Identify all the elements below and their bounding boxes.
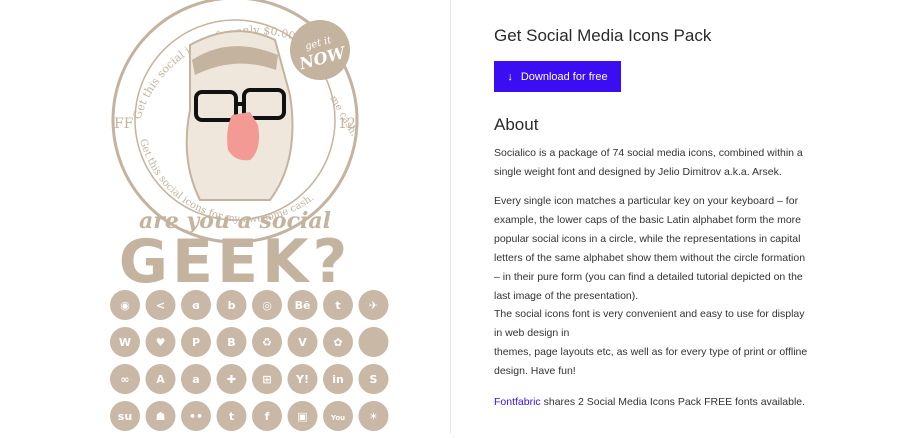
recycle-icon: ♻ xyxy=(252,327,282,357)
panel-divider xyxy=(450,0,451,433)
page-title: Get Social Media Icons Pack xyxy=(494,26,712,45)
gowalla-icon: ✈ xyxy=(358,290,389,320)
svg-text:▣: ▣ xyxy=(297,410,307,423)
svg-text:t: t xyxy=(335,299,340,312)
about-paragraph-3: The social icons font is very convenient… xyxy=(494,308,808,377)
nose xyxy=(227,112,259,161)
linkedin-icon: in xyxy=(323,364,353,394)
facebook-icon: f xyxy=(252,401,282,431)
publisher-note: Fontfabric shares 2 Social Media Icons P… xyxy=(494,393,810,412)
youtube-icon: You xyxy=(323,401,353,431)
blogger-b-icon: b xyxy=(216,290,247,320)
windows-icon: ⊞ xyxy=(252,364,282,394)
amazon-icon: a xyxy=(181,364,211,394)
svg-text:✚: ✚ xyxy=(227,373,236,386)
poster-headline: GEEK? xyxy=(119,227,352,297)
svg-text:✶: ✶ xyxy=(369,410,378,423)
svg-text:ɞ: ɞ xyxy=(192,299,200,312)
number-label: 12 xyxy=(338,116,356,132)
appstore-icon: A xyxy=(145,364,176,394)
poster-image: Get this social icons for only $0.00 and… xyxy=(0,0,389,431)
stumbleupon-icon: su xyxy=(110,401,140,431)
geek-face xyxy=(185,30,294,201)
about-paragraph-2: Every single icon matches a particular k… xyxy=(494,195,806,302)
svg-text:b: b xyxy=(228,299,236,312)
behance-icon: Bē xyxy=(287,290,318,320)
circular-icon: ◎ xyxy=(252,290,282,320)
lastfm-figure-icon: ✶ xyxy=(358,401,389,431)
svg-text:✈: ✈ xyxy=(369,299,378,312)
publisher-link[interactable]: Fontfabric xyxy=(494,396,541,408)
vimeo-icon: V xyxy=(287,327,318,357)
yahoo-icon: Y! xyxy=(287,364,318,394)
qik-icon: ✿ xyxy=(323,327,353,357)
rss-icon: ◉ xyxy=(110,290,140,320)
svg-text:♻: ♻ xyxy=(262,336,272,349)
twitter-icon: t xyxy=(216,401,247,431)
publisher-text: shares 2 Social Media Icons Pack FREE fo… xyxy=(540,396,806,408)
preview-panel: Get this social icons for only $0.00 and… xyxy=(0,0,450,433)
svg-text:su: su xyxy=(118,410,132,423)
ff-label: FF xyxy=(114,116,134,132)
svg-text:B: B xyxy=(227,336,235,349)
svg-text:♥: ♥ xyxy=(156,336,166,349)
skype-icon: S xyxy=(358,364,389,394)
lastfm-icon: ∞ xyxy=(110,364,140,394)
svg-text:in: in xyxy=(332,373,344,386)
svg-text:Y!: Y! xyxy=(295,373,309,386)
paypal-icon: P xyxy=(181,327,211,357)
svg-text:P: P xyxy=(192,336,200,349)
svg-text:S: S xyxy=(370,373,378,386)
svg-text:◉: ◉ xyxy=(120,299,130,312)
svg-text:A: A xyxy=(156,373,165,386)
download-button[interactable]: ↓ Download for free xyxy=(494,61,621,92)
flickr-icon: •• xyxy=(181,401,211,431)
download-button-label: Download for free xyxy=(520,70,608,83)
svg-text:<: < xyxy=(156,299,165,312)
download-arrow-icon: ↓ xyxy=(507,70,513,83)
myspace-icon: ☗ xyxy=(145,401,176,431)
svg-text:t: t xyxy=(229,410,234,423)
svg-text:◎: ◎ xyxy=(262,299,272,312)
heart-icon: ♥ xyxy=(145,327,176,357)
bebo-icon: ɞ xyxy=(181,290,211,320)
svg-text:⊞: ⊞ xyxy=(262,373,271,386)
tumblr-square-icon: ▣ xyxy=(287,401,318,431)
blogger-icon: B xyxy=(216,327,247,357)
svg-text:☗: ☗ xyxy=(156,410,166,423)
svg-text:Bē: Bē xyxy=(295,299,311,312)
tumblr-icon: t xyxy=(323,290,353,320)
apple-icon xyxy=(358,327,389,357)
wordpress-icon: W xyxy=(110,327,140,357)
svg-text:••: •• xyxy=(189,410,203,423)
svg-text:You: You xyxy=(330,414,345,422)
svg-text:W: W xyxy=(119,336,131,349)
about-paragraph-1: Socialico is a package of 74 social medi… xyxy=(494,147,803,178)
about-heading: About xyxy=(494,115,539,134)
svg-text:∞: ∞ xyxy=(120,373,129,386)
svg-text:f: f xyxy=(265,410,270,423)
svg-text:✿: ✿ xyxy=(333,336,342,349)
share-icon: < xyxy=(145,290,176,320)
plus-icon: ✚ xyxy=(216,364,247,394)
svg-text:a: a xyxy=(192,373,199,386)
svg-text:V: V xyxy=(298,336,307,349)
icon-grid: ◉ < ɞ b ◎ Bē t ✈ W ♥ P B ♻ V ✿ ∞ Aa ✚ ⊞ Y! in Ssu ☗ •• t f ▣ You ✶ xyxy=(110,290,389,431)
